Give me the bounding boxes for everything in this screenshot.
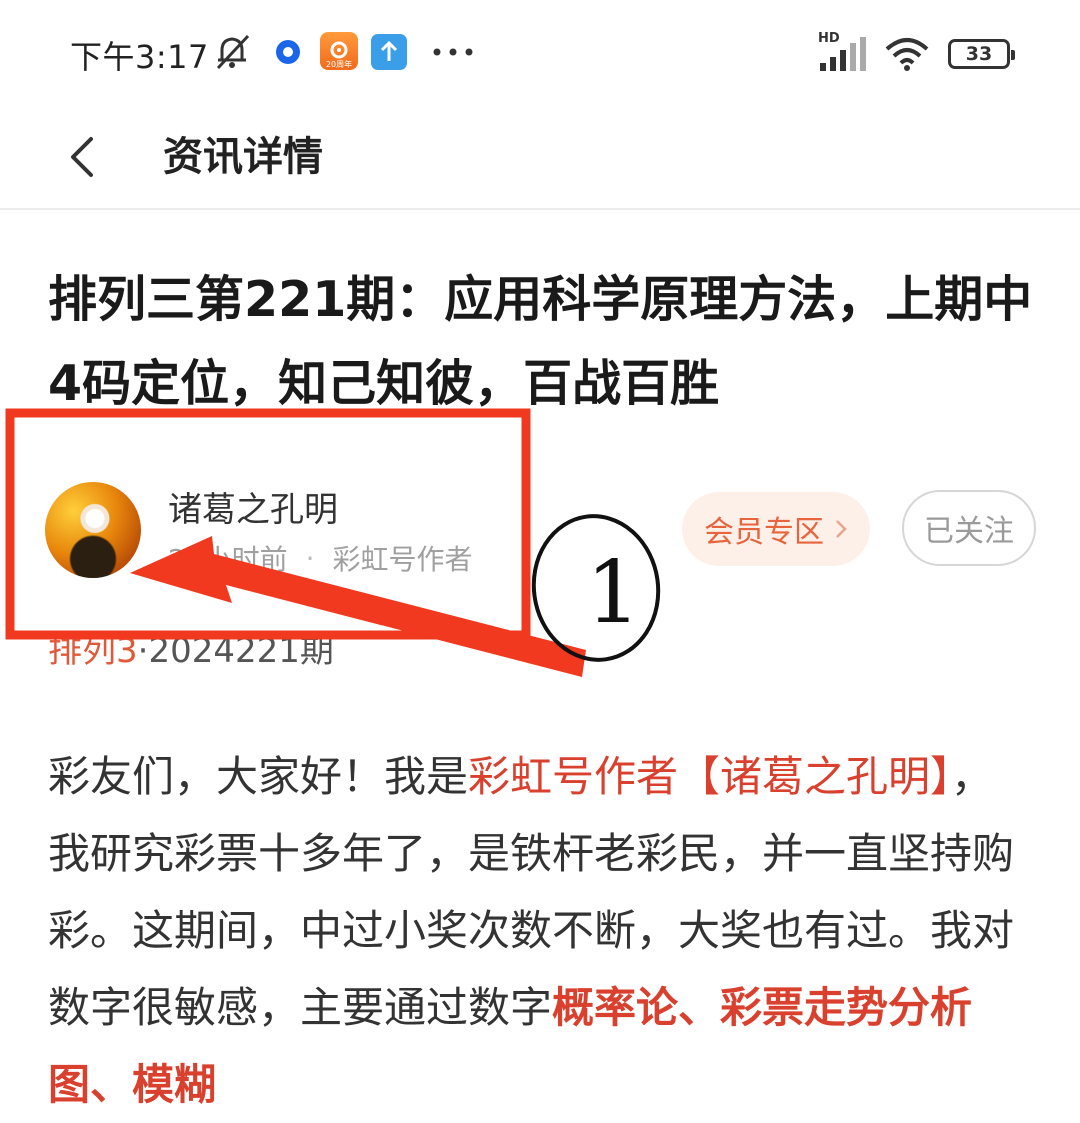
keyword-separator: 、 bbox=[678, 983, 721, 1032]
article-title: 排列三第221期：应用科学原理方法，上期中4码定位，知己知彼，百战百胜 bbox=[48, 271, 1033, 412]
vip-zone-label: 会员专区 bbox=[704, 515, 824, 550]
author-name[interactable]: 诸葛之孔明 bbox=[168, 482, 338, 531]
lottery-app-icon: 20周年 bbox=[320, 32, 358, 70]
author-meta: 22小时前 · 彩虹号作者 bbox=[168, 538, 473, 578]
author-avatar[interactable] bbox=[45, 482, 141, 578]
upload-icon bbox=[371, 34, 407, 70]
keyword-fuzzy[interactable]: 模糊 bbox=[132, 1060, 216, 1109]
vip-zone-button[interactable]: 会员专区 bbox=[682, 492, 870, 566]
separator-dot: · bbox=[305, 541, 315, 575]
page-title: 资讯详情 bbox=[163, 134, 323, 180]
status-time: 下午3:17 bbox=[70, 38, 209, 76]
post-time: 22小时前 bbox=[168, 543, 288, 576]
battery-icon: 33 bbox=[948, 39, 1015, 69]
status-bar: 下午3:17 20周年 HD 33 bbox=[0, 0, 1080, 105]
back-arrow-icon[interactable] bbox=[55, 127, 115, 187]
keyword-separator: 、 bbox=[90, 1060, 133, 1109]
issue-number: ·2024221期 bbox=[137, 631, 334, 671]
more-dots-icon bbox=[433, 48, 473, 56]
battery-level: 33 bbox=[965, 43, 993, 65]
keyword-probability[interactable]: 概率论 bbox=[552, 983, 678, 1032]
app-icon-caption: 20周年 bbox=[325, 60, 353, 69]
author-badge: 彩虹号作者 bbox=[332, 543, 473, 576]
body-text-1: 彩友们，大家好！我是 bbox=[48, 752, 469, 801]
mute-bell-icon bbox=[216, 34, 250, 70]
article-body: 彩友们，大家好！我是彩虹号作者【诸葛之孔明】，我研究彩票十多年了，是铁杆老彩民，… bbox=[48, 738, 1033, 1123]
follow-button[interactable]: 已关注 bbox=[902, 490, 1036, 566]
nav-bar: 资讯详情 bbox=[0, 105, 1080, 210]
app-circle-icon bbox=[276, 40, 300, 64]
chevron-right-icon bbox=[836, 520, 847, 538]
swirl-icon bbox=[330, 41, 348, 59]
follow-label: 已关注 bbox=[924, 514, 1014, 549]
author-row: 诸葛之孔明 22小时前 · 彩虹号作者 会员专区 已关注 bbox=[0, 470, 1080, 590]
author-highlight: 彩虹号作者【诸葛之孔明】 bbox=[468, 752, 952, 801]
signal-icon: HD bbox=[818, 31, 866, 71]
tag-line: 排列3·2024221期 bbox=[48, 623, 334, 672]
wifi-icon bbox=[885, 38, 929, 71]
tag-link[interactable]: 排列3 bbox=[48, 631, 138, 671]
